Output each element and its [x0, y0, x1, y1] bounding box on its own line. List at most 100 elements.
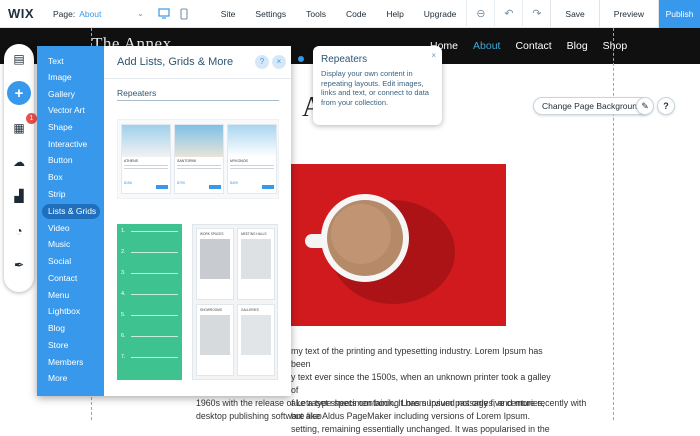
- device-switch: [158, 7, 199, 20]
- panel-close-button[interactable]: ×: [272, 55, 286, 69]
- chat-icon[interactable]: ◔: [7, 219, 31, 243]
- redo-icon[interactable]: ↷: [522, 0, 550, 28]
- category-contact[interactable]: Contact: [42, 271, 100, 286]
- paragraph-line: 1960s with the release of Letraset sheet…: [196, 398, 587, 408]
- category-list: Text Image Gallery Vector Art Shape Inte…: [37, 46, 104, 396]
- list-number: 2.: [121, 249, 126, 255]
- add-panel: Text Image Gallery Vector Art Shape Inte…: [37, 46, 291, 396]
- category-image[interactable]: Image: [42, 70, 100, 85]
- preview-button[interactable]: Preview: [598, 0, 658, 28]
- repeater-preset-numbered-list[interactable]: 1. 2. 3. 4. 5. 6. 7.: [117, 224, 182, 380]
- category-music[interactable]: Music: [42, 237, 100, 252]
- list-number: 1.: [121, 228, 126, 234]
- site-nav-contact[interactable]: Contact: [515, 40, 551, 52]
- pen-icon[interactable]: ✒: [7, 253, 31, 277]
- panel-help-button[interactable]: ?: [255, 55, 269, 69]
- category-video[interactable]: Video: [42, 221, 100, 236]
- grid-card-title: SHOWROOMS: [200, 308, 222, 312]
- category-text[interactable]: Text: [42, 54, 100, 69]
- preset-card-image: [175, 125, 223, 157]
- tooltip-close-icon[interactable]: ×: [431, 51, 436, 60]
- editor-menu: Site Settings Tools Code Help Upgrade: [211, 9, 467, 19]
- list-number: 5.: [121, 312, 126, 318]
- grid-card: GALLERIES: [237, 304, 275, 376]
- top-bar-actions: ⊖ ↶ ↷ Save Preview Publish: [466, 0, 700, 28]
- category-lightbox[interactable]: Lightbox: [42, 304, 100, 319]
- preset-card-price: $799: [177, 181, 185, 185]
- section-divider: [117, 100, 279, 101]
- preset-card-price: $156: [124, 181, 132, 185]
- upload-icon[interactable]: ☁: [7, 150, 31, 174]
- undo-icon[interactable]: ↶: [494, 0, 522, 28]
- list-number: 4.: [121, 291, 126, 297]
- site-nav-shop[interactable]: Shop: [603, 40, 628, 52]
- repeater-preset-travel[interactable]: ATHENS $156 SANTORINI $799 MYKONOS $499: [117, 119, 279, 199]
- paragraph-line: y text ever since the 1500s, when an unk…: [291, 372, 551, 395]
- site-nav-about[interactable]: About: [473, 40, 500, 52]
- editor-top-bar: WIX Page: About ⌄ Site Settings Tools Co…: [0, 0, 700, 28]
- grid-card: SHOWROOMS: [196, 304, 234, 376]
- repeater-preset-grid[interactable]: WORK SPACES MEETING HALLS SHOWROOMS GALL…: [192, 224, 278, 380]
- change-page-background-button[interactable]: Change Page Background: [533, 97, 651, 115]
- page-label: Page:: [52, 8, 76, 19]
- store-icon[interactable]: ▟: [7, 184, 31, 208]
- site-nav-blog[interactable]: Blog: [567, 40, 588, 52]
- menu-upgrade[interactable]: Upgrade: [414, 9, 467, 19]
- add-icon[interactable]: +: [7, 81, 31, 105]
- right-guide-line: [613, 28, 614, 420]
- repeaters-tooltip: × Repeaters Display your own content in …: [313, 46, 442, 125]
- mobile-icon[interactable]: [180, 7, 188, 20]
- category-blog[interactable]: Blog: [42, 321, 100, 336]
- preset-card: ATHENS $156: [121, 124, 171, 194]
- panel-title: Add Lists, Grids & More: [117, 56, 234, 68]
- category-strip[interactable]: Strip: [42, 187, 100, 202]
- category-vector-art[interactable]: Vector Art: [42, 103, 100, 118]
- section-title-repeaters: Repeaters: [117, 88, 157, 98]
- pages-icon[interactable]: ▤: [7, 47, 31, 71]
- preset-card-title: MYKONOS: [230, 159, 248, 163]
- category-button[interactable]: Button: [42, 153, 100, 168]
- category-more[interactable]: More: [42, 371, 100, 386]
- chevron-down-icon: ⌄: [137, 9, 144, 18]
- paragraph-line: setting, remaining essentially unchanged…: [291, 424, 550, 434]
- category-menu[interactable]: Menu: [42, 288, 100, 303]
- category-social[interactable]: Social: [42, 254, 100, 269]
- grid-card-title: MEETING HALLS: [241, 232, 267, 236]
- menu-code[interactable]: Code: [336, 9, 376, 19]
- category-box[interactable]: Box: [42, 170, 100, 185]
- list-number: 6.: [121, 333, 126, 339]
- preset-card-image: [228, 125, 276, 157]
- category-lists-grids[interactable]: Lists & Grids: [42, 204, 100, 219]
- desktop-icon[interactable]: [158, 8, 170, 19]
- category-gallery[interactable]: Gallery: [42, 87, 100, 102]
- coffee-photo[interactable]: [265, 164, 506, 326]
- menu-help[interactable]: Help: [376, 9, 413, 19]
- grid-card: MEETING HALLS: [237, 228, 275, 300]
- category-shape[interactable]: Shape: [42, 120, 100, 135]
- menu-settings[interactable]: Settings: [245, 9, 296, 19]
- tooltip-anchor-dot: [298, 56, 304, 62]
- menu-tools[interactable]: Tools: [296, 9, 336, 19]
- preset-card-title: ATHENS: [124, 159, 138, 163]
- grid-card-title: GALLERIES: [241, 308, 259, 312]
- page-selector[interactable]: Page: About ⌄: [49, 9, 150, 19]
- wix-logo: WIX: [8, 6, 35, 21]
- menu-site[interactable]: Site: [211, 9, 246, 19]
- category-interactive[interactable]: Interactive: [42, 137, 100, 152]
- category-members[interactable]: Members: [42, 355, 100, 370]
- page-value: About: [79, 8, 102, 19]
- tooltip-title: Repeaters: [321, 54, 368, 65]
- preset-card: MYKONOS $499: [227, 124, 277, 194]
- preset-card-price: $499: [230, 181, 238, 185]
- category-store[interactable]: Store: [42, 338, 100, 353]
- edit-design-icon[interactable]: ✎: [636, 97, 654, 115]
- paragraph-tail[interactable]: 1960s with the release of Letraset sheet…: [196, 397, 596, 423]
- panel-header-divider: [104, 78, 291, 79]
- notification-badge: 1: [26, 113, 37, 124]
- save-button[interactable]: Save: [550, 0, 598, 28]
- help-icon[interactable]: ?: [657, 97, 675, 115]
- paragraph-line: my text of the printing and typesetting …: [291, 346, 543, 369]
- zoom-out-icon[interactable]: ⊖: [466, 0, 494, 28]
- paragraph-line: desktop publishing software like Aldus P…: [196, 411, 530, 421]
- publish-button[interactable]: Publish: [658, 0, 700, 28]
